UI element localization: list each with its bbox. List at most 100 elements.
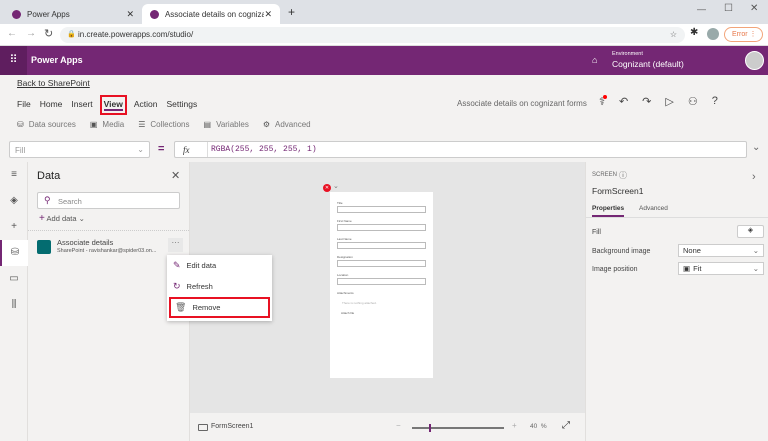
close-icon[interactable]: ✕ xyxy=(126,9,134,20)
user-avatar[interactable] xyxy=(745,51,764,70)
canvas-status-bar: FormScreen1 − + 40 % ⤢ xyxy=(190,413,585,441)
chevron-down-icon: ⌄ xyxy=(752,246,759,255)
extensions-icon[interactable]: ✱ xyxy=(690,27,698,38)
plus-icon: + xyxy=(39,213,45,224)
insert-icon[interactable]: + xyxy=(0,214,28,240)
media-icon[interactable]: ▭ xyxy=(0,266,28,292)
data-panel: Data ✕ ⚲ Search + Add data ⌄ Associate de… xyxy=(28,162,190,441)
maximize-icon[interactable]: ☐ xyxy=(724,3,733,14)
zoom-level: 40 % xyxy=(530,423,547,430)
close-icon[interactable]: ✕ xyxy=(264,9,272,20)
help-icon[interactable]: ? xyxy=(712,95,718,108)
menu-home[interactable]: Home xyxy=(40,99,63,111)
chevron-down-icon: ⌄ xyxy=(752,264,759,273)
screen-selector[interactable]: FormScreen1 xyxy=(211,423,253,430)
play-icon[interactable]: ▷ xyxy=(665,95,673,108)
chevron-right-icon[interactable]: › xyxy=(752,171,756,183)
menu-item-remove[interactable]: 🗑 Remove xyxy=(169,297,270,318)
search-input[interactable]: ⚲ Search xyxy=(37,192,180,209)
last-name-field[interactable] xyxy=(337,242,426,249)
data-icon[interactable]: ⛁ xyxy=(0,240,28,266)
form-screen[interactable]: Title First Name Last Name Designation L… xyxy=(330,192,433,378)
tree-view-icon[interactable]: ◈ xyxy=(0,188,28,214)
menu-insert[interactable]: Insert xyxy=(71,99,92,111)
screen-name: FormScreen1 xyxy=(592,186,644,196)
first-name-field[interactable] xyxy=(337,224,426,231)
tab-advanced[interactable]: Advanced xyxy=(639,205,668,212)
menu-file[interactable]: File xyxy=(17,99,31,111)
minimize-icon[interactable]: — xyxy=(697,4,706,14)
image-position-dropdown[interactable]: ▣ Fit ⌄ xyxy=(678,262,764,275)
app-checker-icon[interactable]: ⚕ xyxy=(599,95,607,108)
help-icon[interactable]: ⓘ xyxy=(619,170,627,181)
browser-tab-bar: Power Apps ✕ Associate details on cogniza… xyxy=(0,0,768,24)
fit-to-window-icon[interactable]: ⤢ xyxy=(562,420,570,431)
powerapps-icon xyxy=(12,9,21,19)
variables-button[interactable]: ▤ Variables xyxy=(204,120,249,129)
more-options-button[interactable]: ··· xyxy=(168,238,183,252)
fill-color-picker[interactable]: ◈ xyxy=(737,225,764,238)
advanced-tools-icon[interactable]: ⫼ xyxy=(0,292,28,318)
zoom-out-button[interactable]: − xyxy=(396,421,401,430)
star-icon[interactable]: ☆ xyxy=(670,27,677,43)
header-actions: ⚕ ↶ ↷ ▷ ⚇ ? xyxy=(599,95,718,108)
tab-properties[interactable]: Properties xyxy=(592,205,625,217)
menu-bar: File Home Insert View Action Settings xyxy=(17,95,206,115)
add-data-button[interactable]: + Add data ⌄ xyxy=(39,213,85,224)
back-icon[interactable]: ← xyxy=(7,28,17,39)
data-sources-button[interactable]: ⛁ Data sources xyxy=(17,120,76,129)
new-tab-icon[interactable]: + xyxy=(288,5,295,19)
browser-tab[interactable]: Power Apps ✕ xyxy=(4,4,142,24)
menu-item-edit-data[interactable]: ✎ Edit data xyxy=(167,255,272,276)
formula-input[interactable]: fx RGBA(255, 255, 255, 1) xyxy=(174,141,747,158)
expand-formula-icon[interactable]: ⌄ xyxy=(752,142,760,153)
panel-title: Data xyxy=(37,170,61,182)
zoom-slider[interactable] xyxy=(412,424,504,432)
hamburger-icon[interactable]: ≡ xyxy=(0,162,28,188)
back-to-sharepoint-link[interactable]: Back to SharePoint xyxy=(17,78,90,88)
trash-icon: 🗑 xyxy=(175,302,187,312)
list-icon: ☰ xyxy=(138,120,146,129)
app-launcher-icon[interactable]: ⠿ xyxy=(0,46,27,75)
menu-view[interactable]: View xyxy=(99,95,127,115)
window-close-icon[interactable]: ✕ xyxy=(750,3,758,14)
fx-button[interactable]: fx xyxy=(183,145,190,155)
property-dropdown[interactable]: Fill ⌄ xyxy=(9,141,150,158)
close-icon[interactable]: ✕ xyxy=(171,169,180,182)
url-input[interactable]: 🔒 in.create.powerapps.com/studio/☆ xyxy=(60,27,685,43)
address-bar: ← → ↻ 🔒 in.create.powerapps.com/studio/☆ … xyxy=(0,24,768,46)
attach-file-button[interactable]: Attach file xyxy=(341,311,433,315)
data-source-item[interactable]: Associate details SharePoint - ravishank… xyxy=(37,238,183,260)
designation-field[interactable] xyxy=(337,260,426,267)
background-image-dropdown[interactable]: None ⌄ xyxy=(678,244,764,257)
zoom-slider-thumb[interactable] xyxy=(429,424,431,432)
advanced-button[interactable]: ⚙ Advanced xyxy=(263,120,311,129)
properties-panel: SCREEN ⓘ › FormScreen1 Properties Advanc… xyxy=(585,162,768,441)
error-button[interactable]: Error ⋮ xyxy=(724,27,763,42)
lock-icon: 🔒 xyxy=(67,31,76,38)
title-field[interactable] xyxy=(337,206,426,213)
database-icon: ⛁ xyxy=(17,120,24,129)
chevron-down-icon: ⌄ xyxy=(137,145,144,154)
chevron-down-icon[interactable]: ⌄ xyxy=(333,182,339,190)
undo-icon[interactable]: ↶ xyxy=(619,95,628,108)
environment-name[interactable]: Cognizant (default) xyxy=(612,59,684,69)
error-icon[interactable]: ✕ xyxy=(323,184,331,192)
menu-settings[interactable]: Settings xyxy=(167,99,198,111)
advanced-icon: ⚙ xyxy=(262,120,271,129)
pencil-icon: ✎ xyxy=(173,260,181,270)
forward-icon[interactable]: → xyxy=(26,28,36,39)
menu-action[interactable]: Action xyxy=(134,99,158,111)
share-user-icon[interactable]: ⚇ xyxy=(688,95,698,108)
zoom-in-button[interactable]: + xyxy=(512,421,517,430)
redo-icon[interactable]: ↷ xyxy=(642,95,651,108)
media-button[interactable]: ▣ Media xyxy=(90,120,124,129)
location-field[interactable] xyxy=(337,278,426,285)
screen-icon xyxy=(198,424,208,431)
reload-icon[interactable]: ↻ xyxy=(44,27,53,40)
environment-icon: ⌂ xyxy=(592,55,598,65)
menu-item-refresh[interactable]: ↻ Refresh xyxy=(167,276,272,297)
collections-button[interactable]: ☰ Collections xyxy=(138,120,189,129)
browser-tab-active[interactable]: Associate details on cognizant fo✕ xyxy=(142,4,280,24)
profile-avatar[interactable] xyxy=(707,28,719,40)
